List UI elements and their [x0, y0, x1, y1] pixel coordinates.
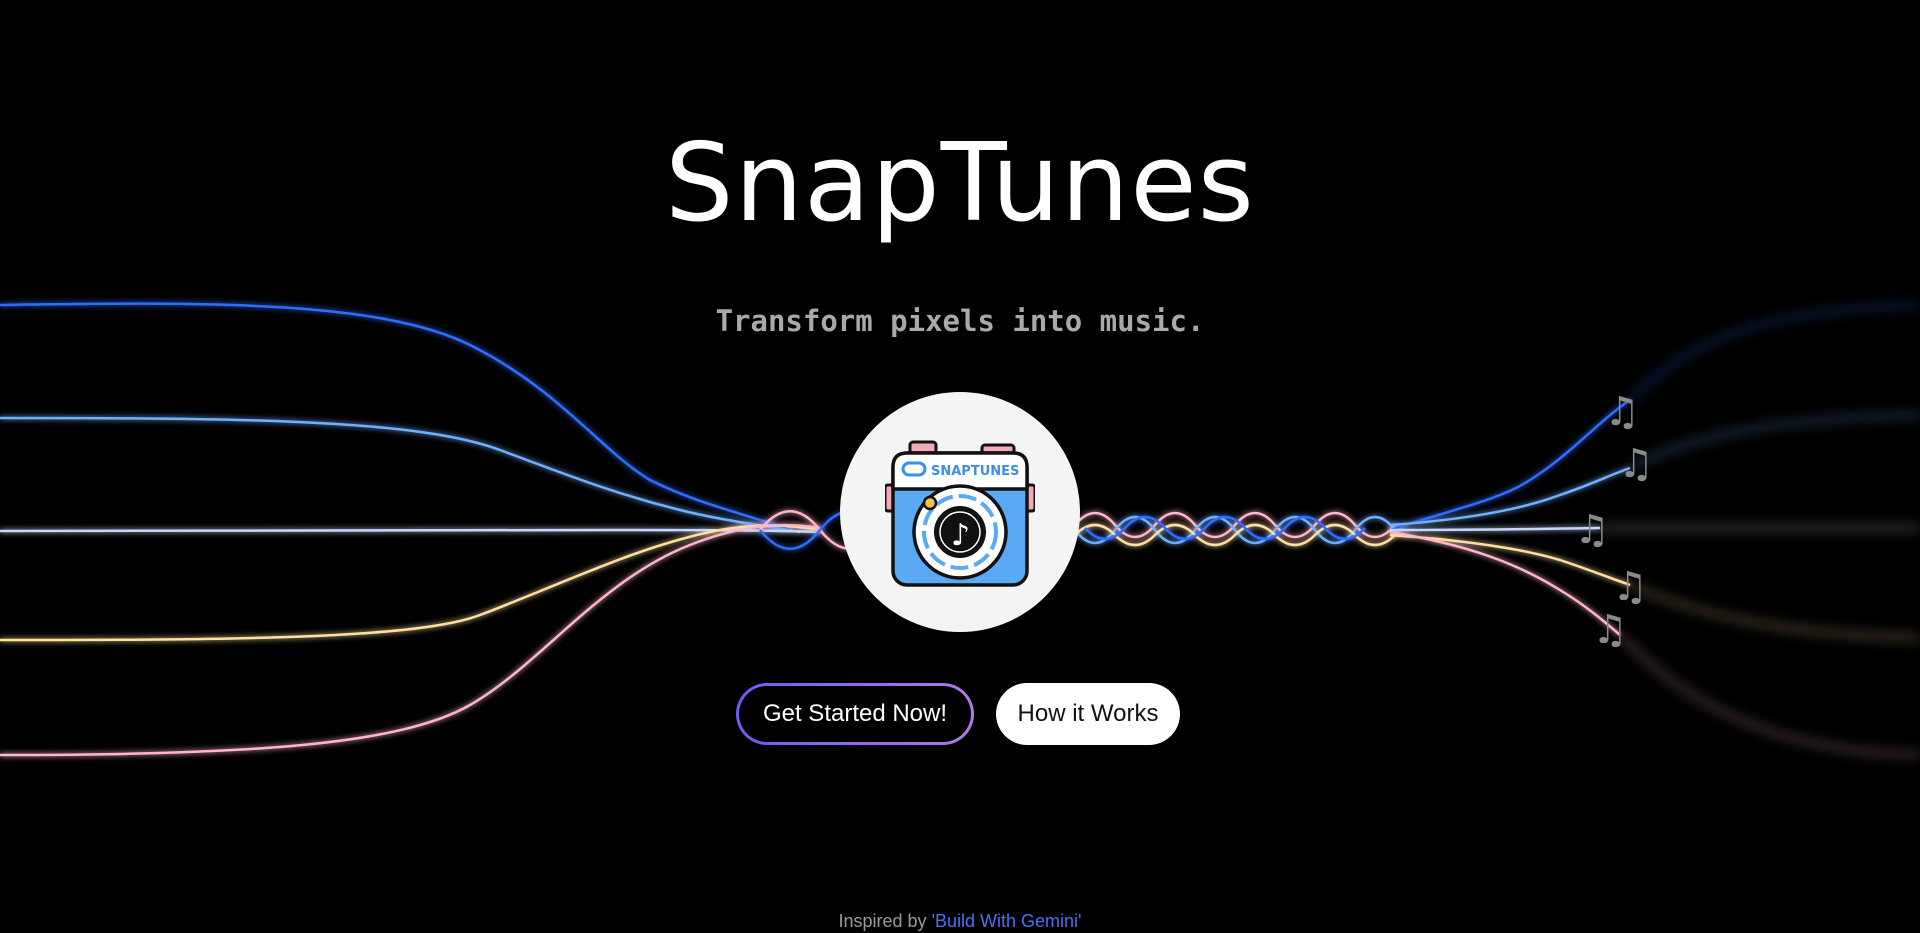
faded-wave-tails	[1600, 302, 1920, 758]
how-it-works-button[interactable]: How it Works	[996, 683, 1180, 745]
music-notes-icon: ♫	[1592, 607, 1628, 653]
music-notes-icon: ♫	[1618, 441, 1654, 487]
wave-line-white-right	[1389, 526, 1601, 532]
get-started-button[interactable]: Get Started Now!	[736, 683, 974, 745]
svg-text:SNAPTUNES: SNAPTUNES	[931, 464, 1019, 479]
app-logo: SNAPTUNES ♪	[840, 392, 1080, 632]
music-notes-icon: ♫	[1604, 389, 1640, 435]
build-with-gemini-link[interactable]: 'Build With Gemini'	[932, 911, 1082, 931]
wave-line-white	[0, 528, 821, 534]
footer-prefix: Inspired by	[838, 911, 932, 931]
landing-page: ♫ ♫ ♫ ♫ ♫ SnapTunes Transform pixels int…	[0, 0, 1920, 933]
left-wave-lines	[0, 302, 821, 757]
page-tagline: Transform pixels into music.	[715, 304, 1205, 338]
camera-music-note-icon: SNAPTUNES ♪	[885, 440, 1035, 587]
page-title: SnapTunes	[665, 121, 1255, 246]
wave-line-lightblue	[0, 416, 801, 534]
svg-text:♪: ♪	[951, 518, 970, 553]
wave-line-blue	[0, 302, 791, 532]
footer-credit: Inspired by 'Build With Gemini'	[0, 911, 1920, 932]
music-notes-icon: ♫	[1574, 507, 1610, 553]
music-notes-icon: ♫	[1612, 564, 1648, 610]
